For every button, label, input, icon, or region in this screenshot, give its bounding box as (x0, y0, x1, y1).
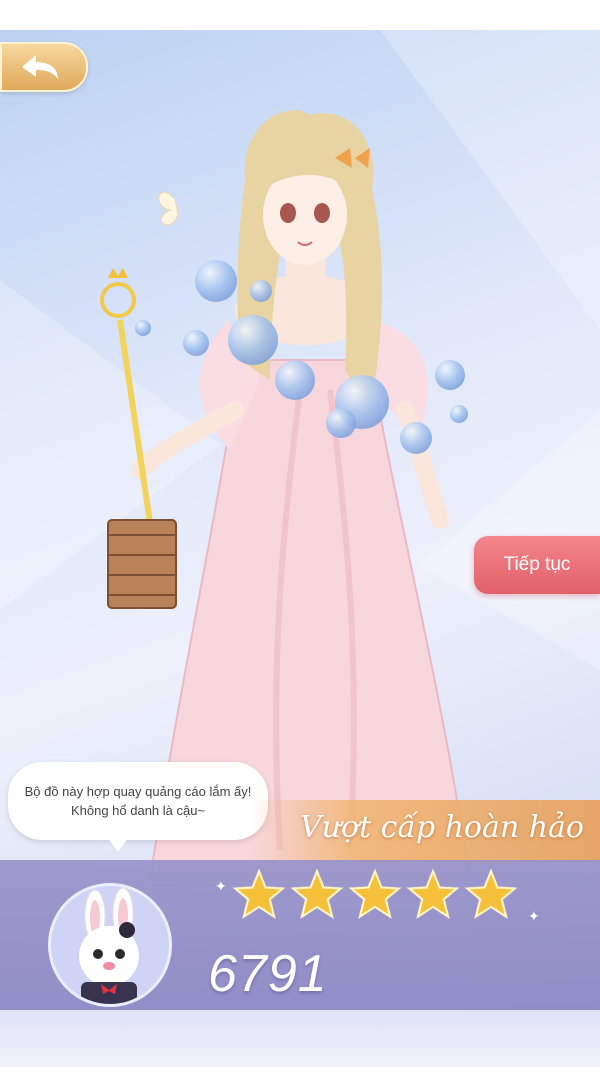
bubble (275, 360, 315, 400)
bubble (135, 320, 151, 336)
dialog-bubble: Bộ đồ này hợp quay quảng cáo lắm ấy! Khô… (8, 762, 268, 852)
bubble (183, 330, 209, 356)
rating-stars (232, 868, 518, 922)
star-icon (464, 868, 518, 919)
star-icon (290, 868, 344, 919)
bubble (326, 408, 356, 438)
bubble (435, 360, 465, 390)
bubble (228, 315, 278, 365)
rank-label: Vượt cấp hoàn hảo (300, 810, 584, 845)
sparkle-icon: ✦ (215, 878, 227, 894)
back-button[interactable] (0, 42, 88, 92)
bubble (400, 422, 432, 454)
continue-button[interactable]: Tiếp tục (474, 536, 600, 594)
sparkle-icon: ✦ (528, 908, 540, 924)
rank-banner: Vượt cấp hoàn hảo (250, 800, 600, 862)
dialog-text: Bộ đồ này hợp quay quảng cáo lắm ấy! Khô… (24, 784, 252, 818)
rabbit-mascot-icon (79, 887, 139, 1004)
back-arrow-icon (22, 55, 58, 79)
rabbit-mascot-avatar (48, 883, 172, 1007)
bubble (250, 280, 272, 302)
score-value: 6791 (208, 945, 328, 1003)
star-icon (232, 868, 286, 919)
star-icon (348, 868, 402, 919)
star-icon (406, 868, 460, 919)
bubble (450, 405, 468, 423)
bottom-strip (0, 1010, 600, 1067)
bubble (195, 260, 237, 302)
